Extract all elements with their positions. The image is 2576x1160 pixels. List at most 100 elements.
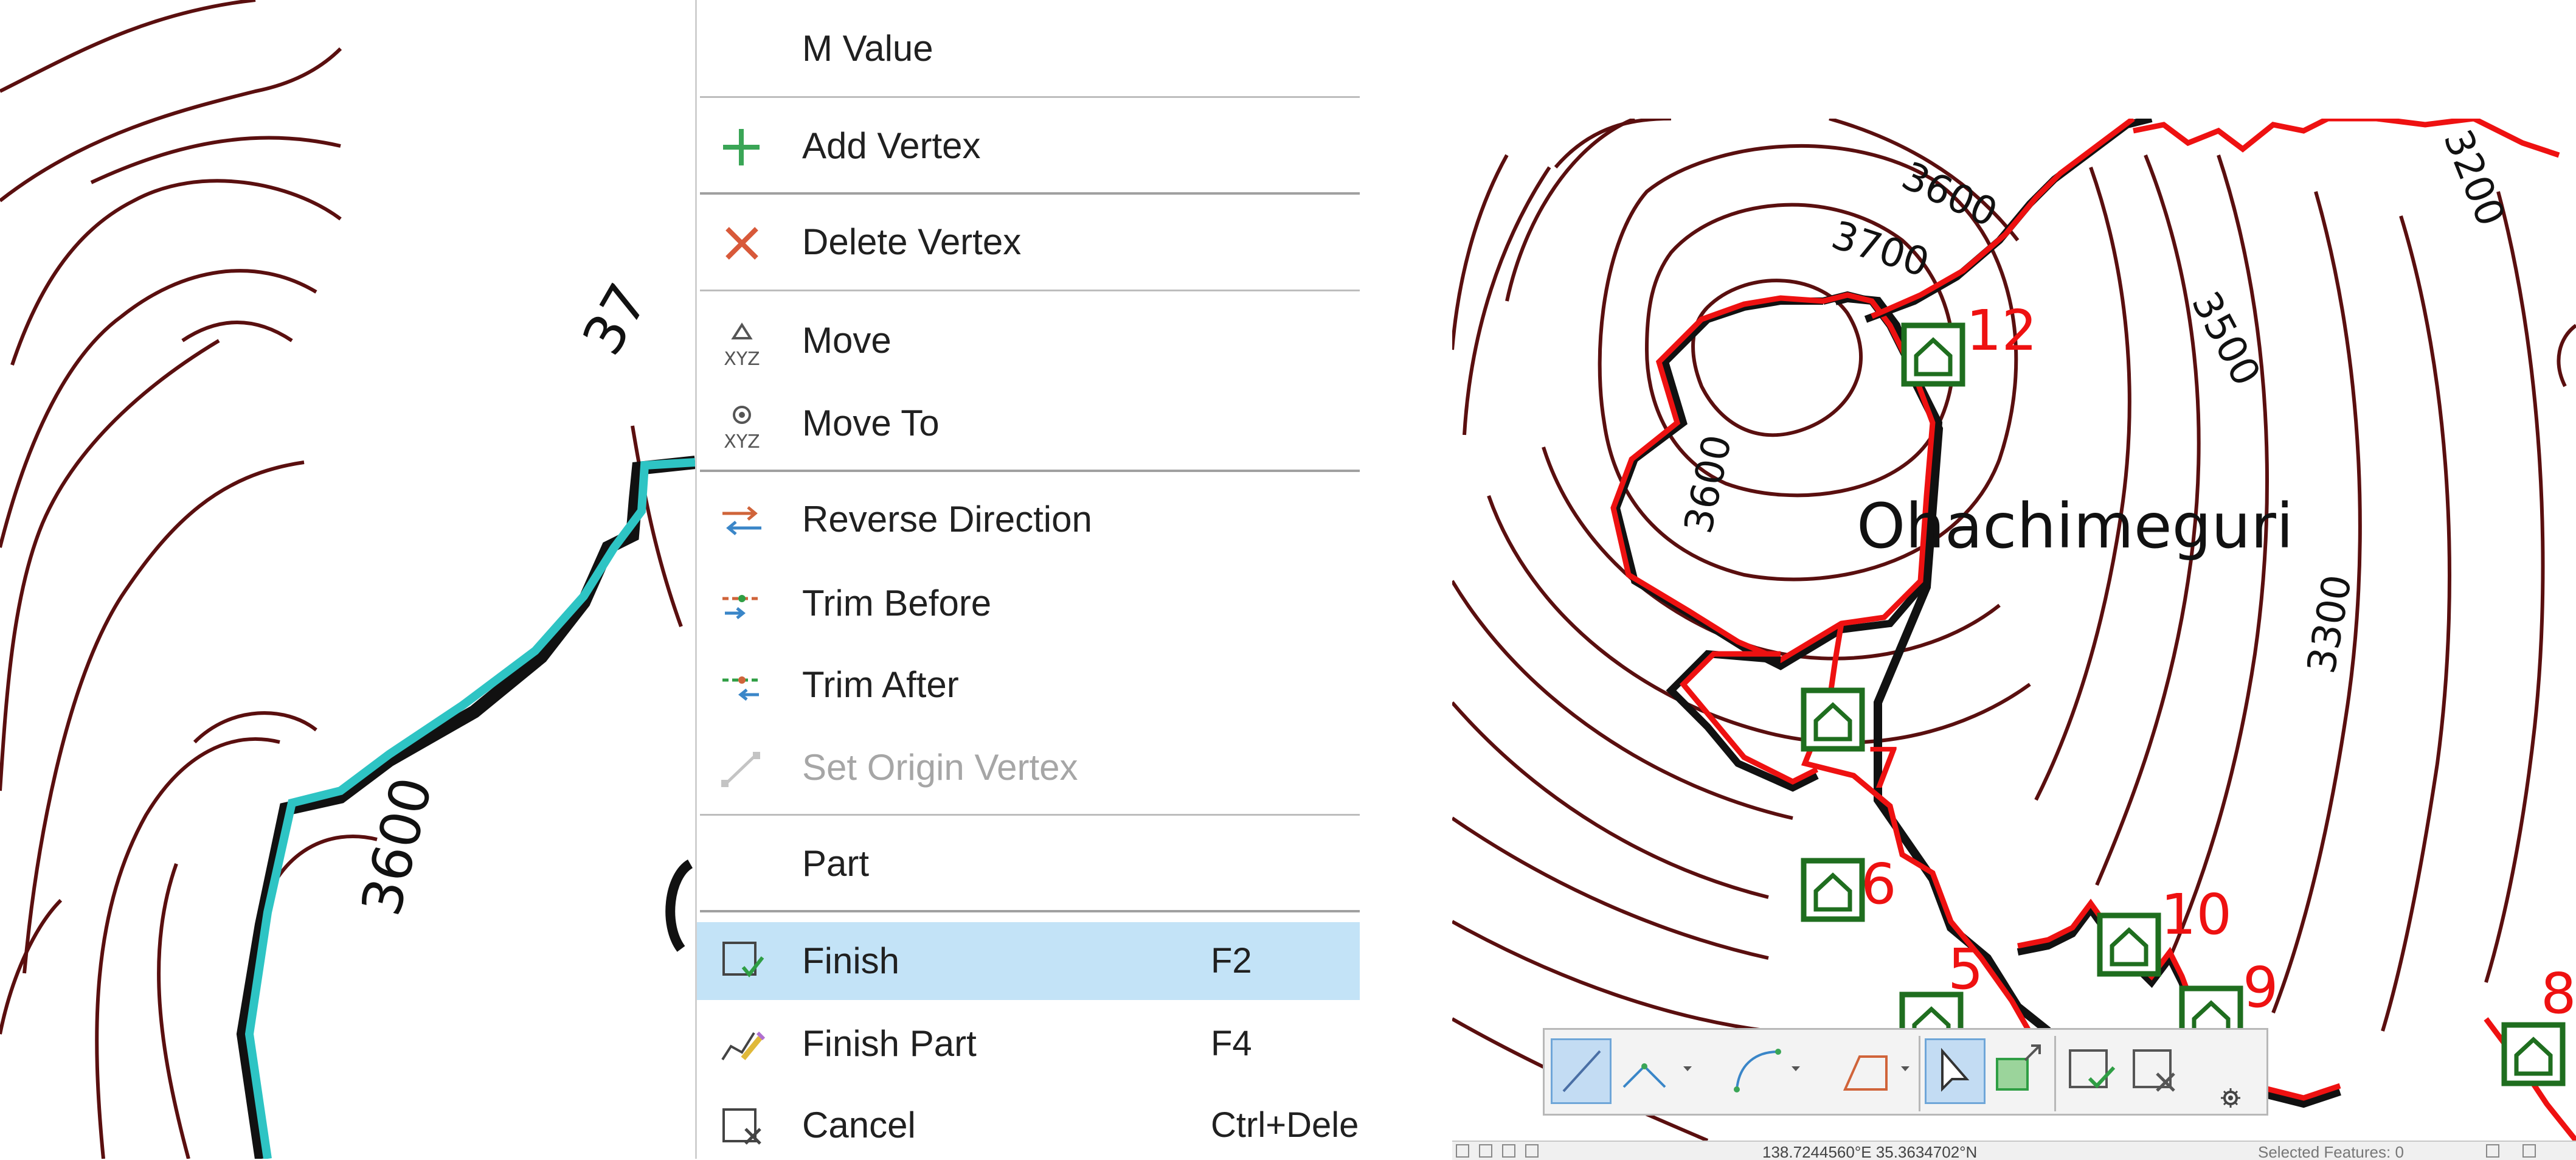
finish-icon (719, 939, 765, 981)
sketch-context-menu: M Value Add Vertex Delete Vertex XYZ Mov… (695, 0, 1360, 1159)
place-label-fragment (665, 860, 693, 952)
toolbar-separator (2054, 1036, 2056, 1111)
menu-item-shortcut: Ctrl+Dele (1211, 1105, 1359, 1145)
menu-item-part[interactable]: Part (697, 827, 1360, 900)
contour-label-37: 37 (570, 273, 660, 366)
trim-after-icon (719, 665, 765, 707)
selected-features-count: Selected Features: 0 (2258, 1143, 2404, 1160)
contour-label-3700: 3700 (1826, 213, 1934, 287)
menu-item-reverse-direction[interactable]: Reverse Direction (697, 483, 1360, 556)
hut-number-8: 8 (2541, 961, 2576, 1026)
hut-numbers: 12 7 6 5 10 9 8 (1861, 298, 2576, 1026)
finish-sketch-tool[interactable] (2062, 1038, 2122, 1104)
constraints-icon[interactable] (1502, 1144, 1515, 1158)
gear-icon[interactable] (2220, 1087, 2242, 1109)
hut-number-7: 7 (1866, 736, 1902, 801)
move-to-xyz-icon: XYZ (719, 404, 765, 453)
xyz-text: XYZ (724, 349, 760, 370)
menu-item-label: Add Vertex (802, 125, 981, 166)
contour-label-3200: 3200 (2434, 123, 2513, 232)
menu-item-move-to[interactable]: XYZ Move To (697, 387, 1360, 460)
menu-separator (700, 814, 1360, 816)
arc-tool[interactable] (1727, 1038, 1788, 1104)
hut-icon (1801, 687, 1865, 752)
menu-item-m-value[interactable]: M Value (697, 12, 1360, 85)
chevron-down-icon[interactable] (1897, 1057, 1913, 1081)
contour-label-3600-west: 3600 (1676, 431, 1740, 538)
menu-item-label: Part (802, 843, 870, 884)
menu-item-shortcut: F4 (1211, 1024, 1252, 1063)
contour-label-3600: 3600 (349, 771, 445, 922)
trail-line[interactable] (236, 456, 696, 1159)
finish-part-icon (719, 1024, 766, 1066)
grid-icon[interactable] (1456, 1144, 1469, 1158)
hut-icon (1901, 322, 1965, 387)
menu-item-shortcut: F2 (1211, 941, 1252, 981)
menu-separator (700, 96, 1360, 98)
contour-lines (1452, 119, 2576, 1141)
menu-item-move[interactable]: XYZ Move (697, 304, 1360, 377)
sketch-edit-toolbar (1543, 1028, 2268, 1116)
menu-item-finish-part[interactable]: Finish Part F4 (697, 1007, 1360, 1080)
menu-item-label: Move (802, 320, 892, 361)
place-label-ohachimeguri: Ohachimeguri (1857, 490, 2293, 563)
menu-item-trim-before[interactable]: Trim Before (697, 567, 1360, 640)
left-map-view[interactable]: 37 3600 (0, 0, 705, 1159)
menu-separator (700, 290, 1360, 291)
close-icon[interactable] (1525, 1144, 1539, 1158)
chevron-down-icon[interactable] (1680, 1057, 1695, 1081)
right-angle-tool[interactable] (1835, 1038, 1896, 1104)
mountain-huts (1801, 322, 2566, 1086)
hut-number-9: 9 (2243, 955, 2279, 1020)
menu-item-set-origin-vertex[interactable]: Set Origin Vertex (697, 731, 1360, 804)
menu-item-label: Reverse Direction (802, 499, 1092, 540)
menu-item-delete-vertex[interactable]: Delete Vertex (697, 206, 1360, 279)
contour-label-3600: 3600 (1895, 153, 2004, 236)
right-map-view[interactable]: 3600 3700 3500 3300 3200 3600 12 7 6 5 1… (1452, 119, 2576, 1141)
left-map-canvas: 37 3600 (0, 0, 696, 1159)
hut-number-12: 12 (1966, 298, 2037, 363)
hut-icon (1801, 858, 1865, 922)
menu-separator (700, 470, 1360, 472)
crater-trail[interactable] (1610, 119, 2576, 1141)
snapping-icon[interactable] (1479, 1144, 1492, 1158)
menu-item-finish[interactable]: Finish F2 (697, 922, 1360, 1000)
hut-number-6: 6 (1861, 852, 1897, 917)
menu-item-trim-after[interactable]: Trim After (697, 648, 1360, 721)
toolbar-separator (1919, 1036, 1920, 1111)
refresh-icon[interactable] (2522, 1144, 2536, 1158)
hut-number-5: 5 (1948, 937, 1984, 1002)
menu-item-label: Finish (802, 940, 900, 981)
cancel-sketch-tool[interactable] (2125, 1038, 2186, 1104)
menu-item-label: Cancel (802, 1105, 916, 1145)
menu-item-label: M Value (802, 28, 933, 69)
menu-item-cancel[interactable]: Cancel Ctrl+Dele (697, 1089, 1360, 1159)
status-bar: 138.7244560°E 35.3634702°N Selected Feat… (1452, 1141, 2576, 1160)
menu-item-add-vertex[interactable]: Add Vertex (697, 109, 1360, 182)
menu-item-label: Delete Vertex (802, 221, 1022, 262)
menu-item-label: Set Origin Vertex (802, 747, 1078, 788)
x-mark-icon (719, 223, 765, 264)
contour-lines (0, 0, 683, 1159)
reverse-direction-icon (719, 500, 765, 541)
menu-item-label: Move To (802, 403, 940, 443)
xyz-text: XYZ (724, 431, 760, 453)
line-segment-tool[interactable] (1551, 1038, 1612, 1104)
menu-item-label: Finish Part (802, 1023, 977, 1064)
right-map-canvas: 3600 3700 3500 3300 3200 3600 12 7 6 5 1… (1452, 119, 2576, 1141)
coordinate-readout: 138.7244560°E 35.3634702°N (1762, 1143, 1978, 1160)
hut-icon (2501, 1022, 2566, 1086)
chevron-down-icon[interactable] (1788, 1057, 1804, 1081)
pause-drawing-icon[interactable] (2486, 1144, 2499, 1158)
trim-before-icon (719, 584, 765, 625)
hut-number-10: 10 (2161, 882, 2232, 947)
plus-icon (719, 127, 765, 168)
select-tool[interactable] (1925, 1038, 1986, 1104)
vertex-tool[interactable] (1618, 1038, 1678, 1104)
cancel-sketch-icon (719, 1106, 765, 1147)
set-origin-vertex-icon (719, 748, 765, 790)
menu-separator (700, 192, 1360, 195)
menu-item-label: Trim Before (802, 583, 992, 623)
select-by-shape-tool[interactable] (1989, 1038, 2049, 1104)
menu-item-label: Trim After (802, 664, 959, 705)
